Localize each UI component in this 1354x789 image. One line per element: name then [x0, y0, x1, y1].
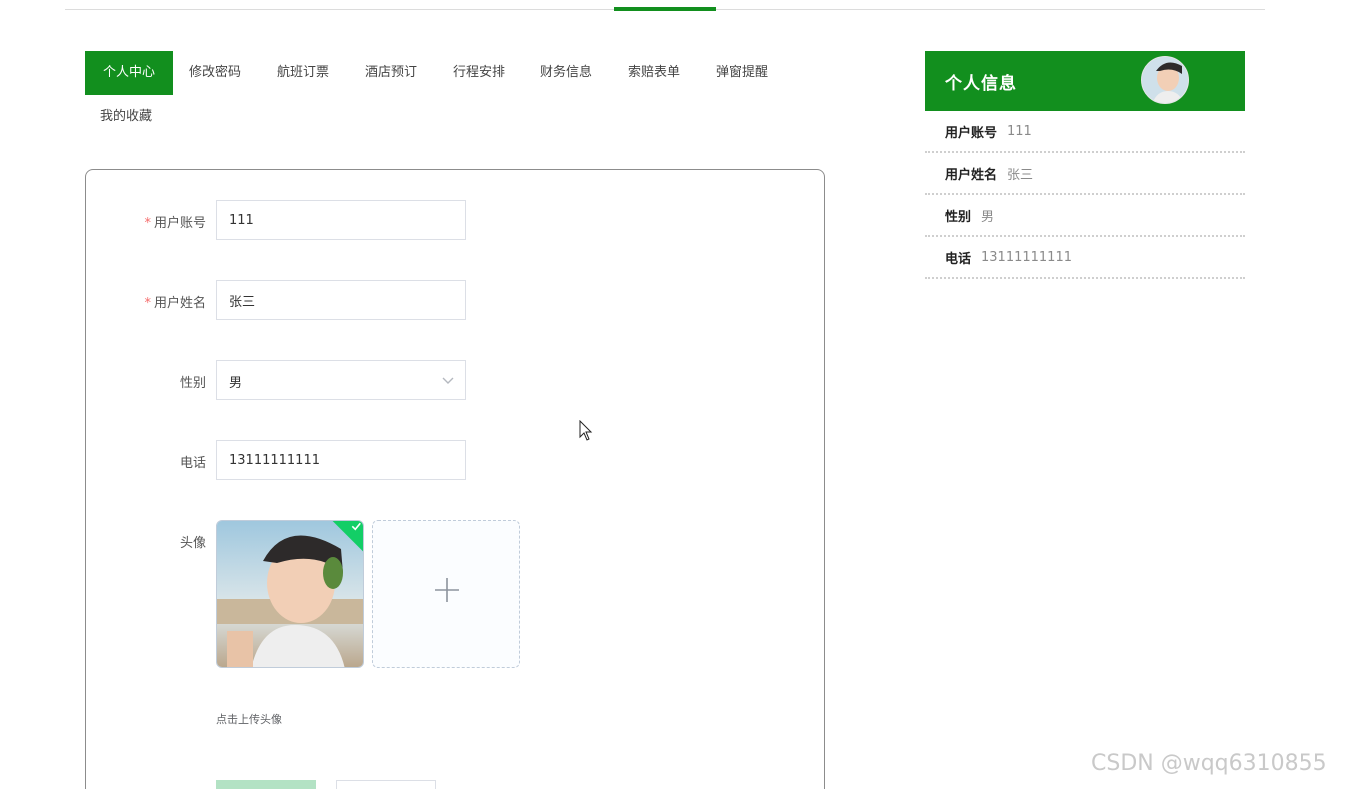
account-label: * 用户账号	[144, 216, 206, 231]
profile-form-card: *用户账号 *用户姓名 性别 男 电话 头像	[85, 169, 825, 789]
mouse-cursor-icon	[579, 420, 593, 441]
avatar-upload-button[interactable]	[372, 520, 520, 668]
gender-select[interactable]: 男	[216, 360, 466, 400]
avatar	[1141, 56, 1189, 104]
avatar-photo	[217, 521, 363, 667]
avatar-thumbnail[interactable]	[216, 520, 364, 668]
name-label: * 用户姓名	[144, 296, 206, 311]
tab-hotel-booking[interactable]: 酒店预订	[365, 51, 417, 95]
account-input[interactable]	[216, 200, 466, 240]
top-nav-active-indicator	[614, 7, 716, 11]
info-label: 性别	[945, 209, 972, 225]
gender-label: 性别	[179, 376, 206, 391]
plus-icon	[435, 578, 459, 602]
submit-button[interactable]	[216, 780, 316, 789]
info-value: 男	[981, 209, 995, 225]
personal-info-header: 个人信息	[925, 51, 1245, 111]
avatar-photo	[1142, 57, 1188, 103]
tab-claim-form[interactable]: 索赔表单	[628, 51, 680, 95]
required-mark: *	[144, 296, 151, 311]
info-label: 用户姓名	[945, 167, 998, 183]
page: 个人中心 修改密码 航班订票 酒店预订 行程安排 财务信息 索赔表单 弹窗提醒 …	[0, 0, 1354, 789]
gender-select-value: 男	[229, 376, 243, 391]
info-row-name: 用户姓名 张三	[925, 153, 1245, 195]
tab-popup-reminder[interactable]: 弹窗提醒	[716, 51, 768, 95]
phone-label: 电话	[179, 456, 206, 471]
name-input[interactable]	[216, 280, 466, 320]
tab-finance-info[interactable]: 财务信息	[540, 51, 592, 95]
info-label: 用户账号	[945, 125, 998, 141]
tab-itinerary[interactable]: 行程安排	[453, 51, 505, 95]
personal-info-panel: 个人信息 用户账号 111 用户姓名 张三 性别 男 电话 1311111111…	[925, 51, 1245, 279]
check-icon	[351, 522, 361, 531]
info-row-account: 用户账号 111	[925, 111, 1245, 153]
avatar-upload-tip: 点击上传头像	[216, 713, 282, 726]
info-row-gender: 性别 男	[925, 195, 1245, 237]
tab-my-favorites[interactable]: 我的收藏	[100, 95, 152, 139]
tab-change-password[interactable]: 修改密码	[189, 51, 241, 95]
phone-input[interactable]	[216, 440, 466, 480]
info-value: 13111111111	[981, 249, 1072, 265]
tab-flight-booking[interactable]: 航班订票	[277, 51, 329, 95]
info-value: 张三	[1007, 167, 1034, 183]
info-label: 电话	[945, 251, 972, 267]
info-row-phone: 电话 13111111111	[925, 237, 1245, 279]
watermark: CSDN @wqq6310855	[1091, 751, 1327, 776]
personal-info-title: 个人信息	[945, 74, 1017, 94]
avatar-label: 头像	[179, 536, 206, 551]
secondary-button[interactable]	[336, 780, 436, 789]
required-mark: *	[144, 216, 151, 231]
info-value: 111	[1007, 123, 1032, 139]
tab-personal-center[interactable]: 个人中心	[85, 51, 173, 95]
chevron-down-icon	[442, 377, 454, 384]
